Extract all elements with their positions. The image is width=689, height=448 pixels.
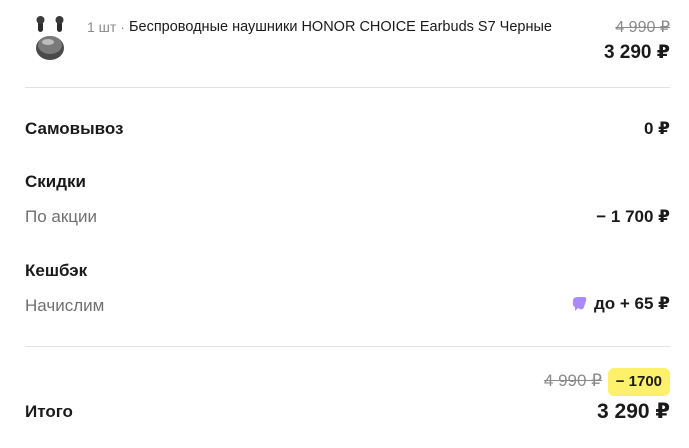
product-quantity: 1 шт ·: [87, 19, 125, 35]
total-old-price: 4 990 ₽: [543, 371, 602, 390]
product-name[interactable]: Беспроводные наушники HONOR CHOICE Earbu…: [129, 19, 552, 35]
promo-discount-value: − 1 700 ₽: [596, 207, 670, 226]
total-discount-badge: − 1700: [607, 368, 670, 396]
pickup-label: Самовывоз: [25, 119, 124, 138]
product-image[interactable]: [28, 10, 72, 66]
discounts-title: Скидки: [25, 172, 86, 191]
cashback-icon: [570, 295, 588, 313]
product-old-price: 4 990 ₽: [615, 19, 670, 36]
product-price: 3 290 ₽: [603, 42, 670, 63]
earbuds-case-icon: [36, 16, 64, 60]
promo-discount-label: По акции: [25, 207, 98, 226]
pickup-value: 0 ₽: [643, 119, 670, 138]
cashback-value: до + 65 ₽: [570, 294, 670, 314]
cashback-amount: до + 65 ₽: [593, 294, 670, 313]
cashback-accrue-label: Начислим: [25, 296, 105, 315]
cashback-title: Кешбэк: [25, 261, 88, 280]
total-value: 3 290 ₽: [597, 400, 670, 423]
divider: [25, 87, 670, 88]
total-label: Итого: [25, 402, 73, 421]
divider: [25, 346, 670, 347]
